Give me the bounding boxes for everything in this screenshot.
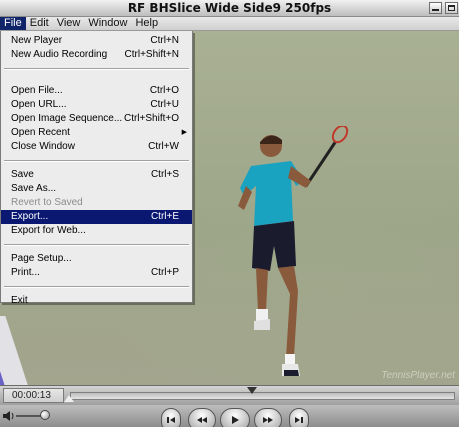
menuitem-shortcut: Ctrl+P [150, 267, 179, 278]
menuitem-close-window[interactable]: Close Window Ctrl+W [1, 140, 192, 154]
menuitem-save[interactable]: Save Ctrl+S [1, 168, 192, 182]
menuitem-label: Open Image Sequence... [11, 113, 123, 124]
menu-view[interactable]: View [53, 17, 85, 30]
play-button[interactable] [220, 408, 250, 427]
menu-edit[interactable]: Edit [26, 17, 53, 30]
menu-separator [4, 160, 189, 162]
menu-spacer [1, 76, 192, 84]
menuitem-new-audio-recording[interactable]: New Audio Recording Ctrl+Shift+N [1, 48, 192, 62]
menuitem-shortcut: Ctrl+U [150, 99, 179, 110]
menuitem-label: Open URL... [11, 99, 67, 110]
rewind-button[interactable] [161, 408, 181, 427]
step-back-icon [197, 417, 207, 423]
menu-separator [4, 286, 189, 288]
menuitem-open-image-sequence[interactable]: Open Image Sequence... Ctrl+Shift+O [1, 112, 192, 126]
menuitem-open-file[interactable]: Open File... Ctrl+O [1, 84, 192, 98]
menu-bar: File Edit View Window Help [0, 17, 459, 31]
menuitem-shortcut: Ctrl+O [149, 85, 179, 96]
maximize-button[interactable] [445, 2, 458, 14]
court-line [0, 316, 35, 385]
menu-file[interactable]: File [0, 17, 26, 30]
menu-separator [4, 244, 189, 246]
step-back-button[interactable] [188, 408, 216, 427]
menuitem-label: Exit [11, 295, 28, 306]
menuitem-page-setup[interactable]: Page Setup... [1, 252, 192, 266]
menu-help[interactable]: Help [131, 17, 162, 30]
menuitem-label: Close Window [11, 141, 75, 152]
submenu-arrow-icon: ▶ [181, 129, 187, 136]
playhead-marker[interactable] [247, 387, 257, 394]
menuitem-label: New Player [11, 35, 63, 46]
menuitem-label: Print... [11, 267, 40, 278]
menuitem-save-as[interactable]: Save As... [1, 182, 192, 196]
menuitem-label: Save [11, 169, 34, 180]
menuitem-shortcut: Ctrl+N [150, 35, 179, 46]
tennis-player-image [238, 126, 349, 376]
menuitem-revert-to-saved: Revert to Saved [1, 196, 192, 210]
current-time-display: 00:00:13 [3, 388, 64, 403]
watermark-text: TennisPlayer.net [381, 370, 455, 381]
menuitem-export[interactable]: Export... Ctrl+E [1, 210, 192, 224]
menuitem-exit[interactable]: Exit [1, 294, 192, 308]
rewind-icon [167, 417, 175, 423]
playback-controls [0, 405, 459, 427]
menuitem-label: New Audio Recording [11, 49, 108, 60]
menuitem-label: Export for Web... [11, 225, 86, 236]
menu-window[interactable]: Window [84, 17, 131, 30]
menu-separator [4, 68, 189, 70]
play-icon [232, 416, 239, 424]
window-title: RF BHSlice Wide Side9 250fps [127, 1, 332, 15]
menuitem-shortcut: Ctrl+S [150, 169, 179, 180]
menuitem-shortcut: Ctrl+Shift+O [123, 113, 179, 124]
menuitem-label: Open File... [11, 85, 63, 96]
menuitem-label: Page Setup... [11, 253, 72, 264]
menuitem-label: Revert to Saved [11, 197, 83, 208]
menuitem-shortcut: Ctrl+W [148, 141, 179, 152]
menuitem-label: Open Recent [11, 127, 70, 138]
menuitem-label: Export... [11, 211, 49, 222]
menuitem-new-player[interactable]: New Player Ctrl+N [1, 34, 192, 48]
file-menu-dropdown: New Player Ctrl+N New Audio Recording Ct… [0, 31, 193, 306]
menuitem-print[interactable]: Print... Ctrl+P [1, 266, 192, 280]
menuitem-export-for-web[interactable]: Export for Web... [1, 224, 192, 238]
timeline-bar: 00:00:13 [0, 385, 459, 405]
timeline-scrubber[interactable] [64, 387, 455, 402]
menuitem-open-url[interactable]: Open URL... Ctrl+U [1, 98, 192, 112]
menuitem-shortcut: Ctrl+E [150, 211, 179, 222]
go-to-end-button[interactable] [289, 408, 309, 427]
speaker-icon[interactable] [2, 409, 16, 423]
go-to-end-icon [295, 417, 303, 423]
step-forward-button[interactable] [254, 408, 282, 427]
step-forward-icon [263, 417, 273, 423]
title-bar: RF BHSlice Wide Side9 250fps [0, 0, 459, 17]
menuitem-shortcut: Ctrl+Shift+N [124, 49, 179, 60]
minimize-button[interactable] [429, 2, 442, 14]
volume-slider-knob[interactable] [40, 410, 50, 420]
in-point-marker[interactable] [64, 395, 74, 403]
menuitem-label: Save As... [11, 183, 57, 194]
menuitem-open-recent[interactable]: Open Recent ▶ [1, 126, 192, 140]
